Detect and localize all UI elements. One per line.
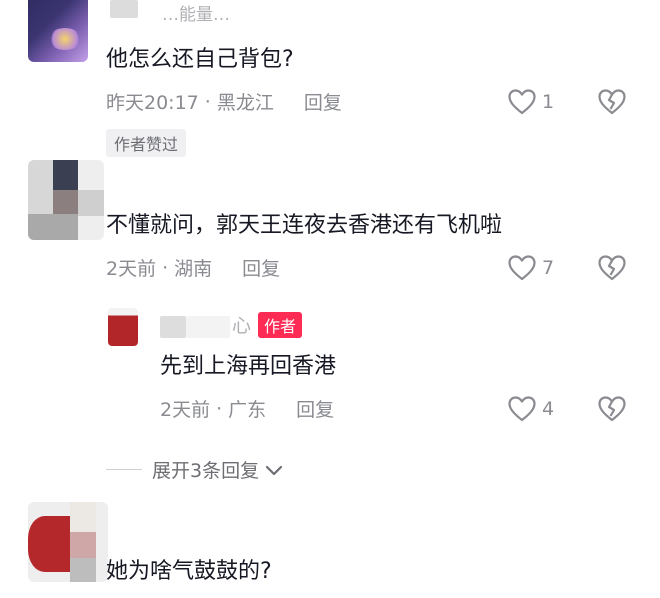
like-count: 4 <box>542 398 555 420</box>
avatar[interactable] <box>28 0 88 62</box>
like-count: 7 <box>542 257 555 279</box>
separator-dot: · <box>204 90 211 113</box>
like-button[interactable]: 1 <box>508 89 554 115</box>
dislike-button[interactable] <box>598 396 626 426</box>
like-button[interactable]: 4 <box>508 396 554 422</box>
comment-text: 他怎么还自己背包? <box>106 47 294 72</box>
comment-location: 湖南 <box>174 258 213 280</box>
expand-divider <box>106 469 142 470</box>
avatar[interactable] <box>28 502 108 582</box>
heart-outline-icon <box>508 255 536 281</box>
separator-dot: · <box>216 397 223 420</box>
heart-outline-icon <box>508 89 536 115</box>
dislike-button[interactable] <box>598 89 626 119</box>
expand-replies-button[interactable]: 展开3条回复 <box>106 456 285 483</box>
username-blurred <box>110 0 138 18</box>
comment-meta: 昨天20:17 · 黑龙江 回复 <box>106 88 342 115</box>
expand-replies-label: 展开3条回复 <box>152 460 260 482</box>
reply-time: 2天前 <box>160 399 211 421</box>
like-count: 1 <box>542 91 555 113</box>
reply-button[interactable]: 回复 <box>296 395 334 422</box>
reply-meta: 2天前 · 广东 回复 <box>160 395 334 422</box>
comment-text: 她为啥气鼓鼓的? <box>106 559 272 584</box>
reply-text: 先到上海再回香港 <box>160 354 337 379</box>
comment-text: 不懂就问，郭天王连夜去香港还有飞机啦 <box>106 213 503 238</box>
reply-button[interactable]: 回复 <box>242 254 280 281</box>
like-button[interactable]: 7 <box>508 255 554 281</box>
dislike-button[interactable] <box>598 255 626 285</box>
broken-heart-icon <box>598 89 626 115</box>
reply-avatar[interactable] <box>108 308 138 346</box>
reply-location: 广东 <box>228 399 267 421</box>
chevron-down-icon <box>265 465 283 475</box>
author-liked-badge: 作者赞过 <box>106 129 187 157</box>
username[interactable]: …能量… <box>162 0 230 25</box>
comment-meta: 2天前 · 湖南 回复 <box>106 254 280 281</box>
comment-location: 黑龙江 <box>216 92 274 114</box>
avatar[interactable] <box>28 160 104 240</box>
comment-time: 昨天20:17 <box>106 92 199 114</box>
broken-heart-icon <box>598 396 626 422</box>
heart-outline-icon <box>508 396 536 422</box>
author-badge: 作者 <box>258 312 303 338</box>
reply-button[interactable]: 回复 <box>304 88 342 115</box>
reply-username[interactable]: 心 <box>232 311 251 338</box>
username-blurred <box>160 316 186 338</box>
comment-time: 2天前 <box>106 258 157 280</box>
separator-dot: · <box>162 256 169 279</box>
username-blurred <box>186 316 230 338</box>
broken-heart-icon <box>598 255 626 281</box>
